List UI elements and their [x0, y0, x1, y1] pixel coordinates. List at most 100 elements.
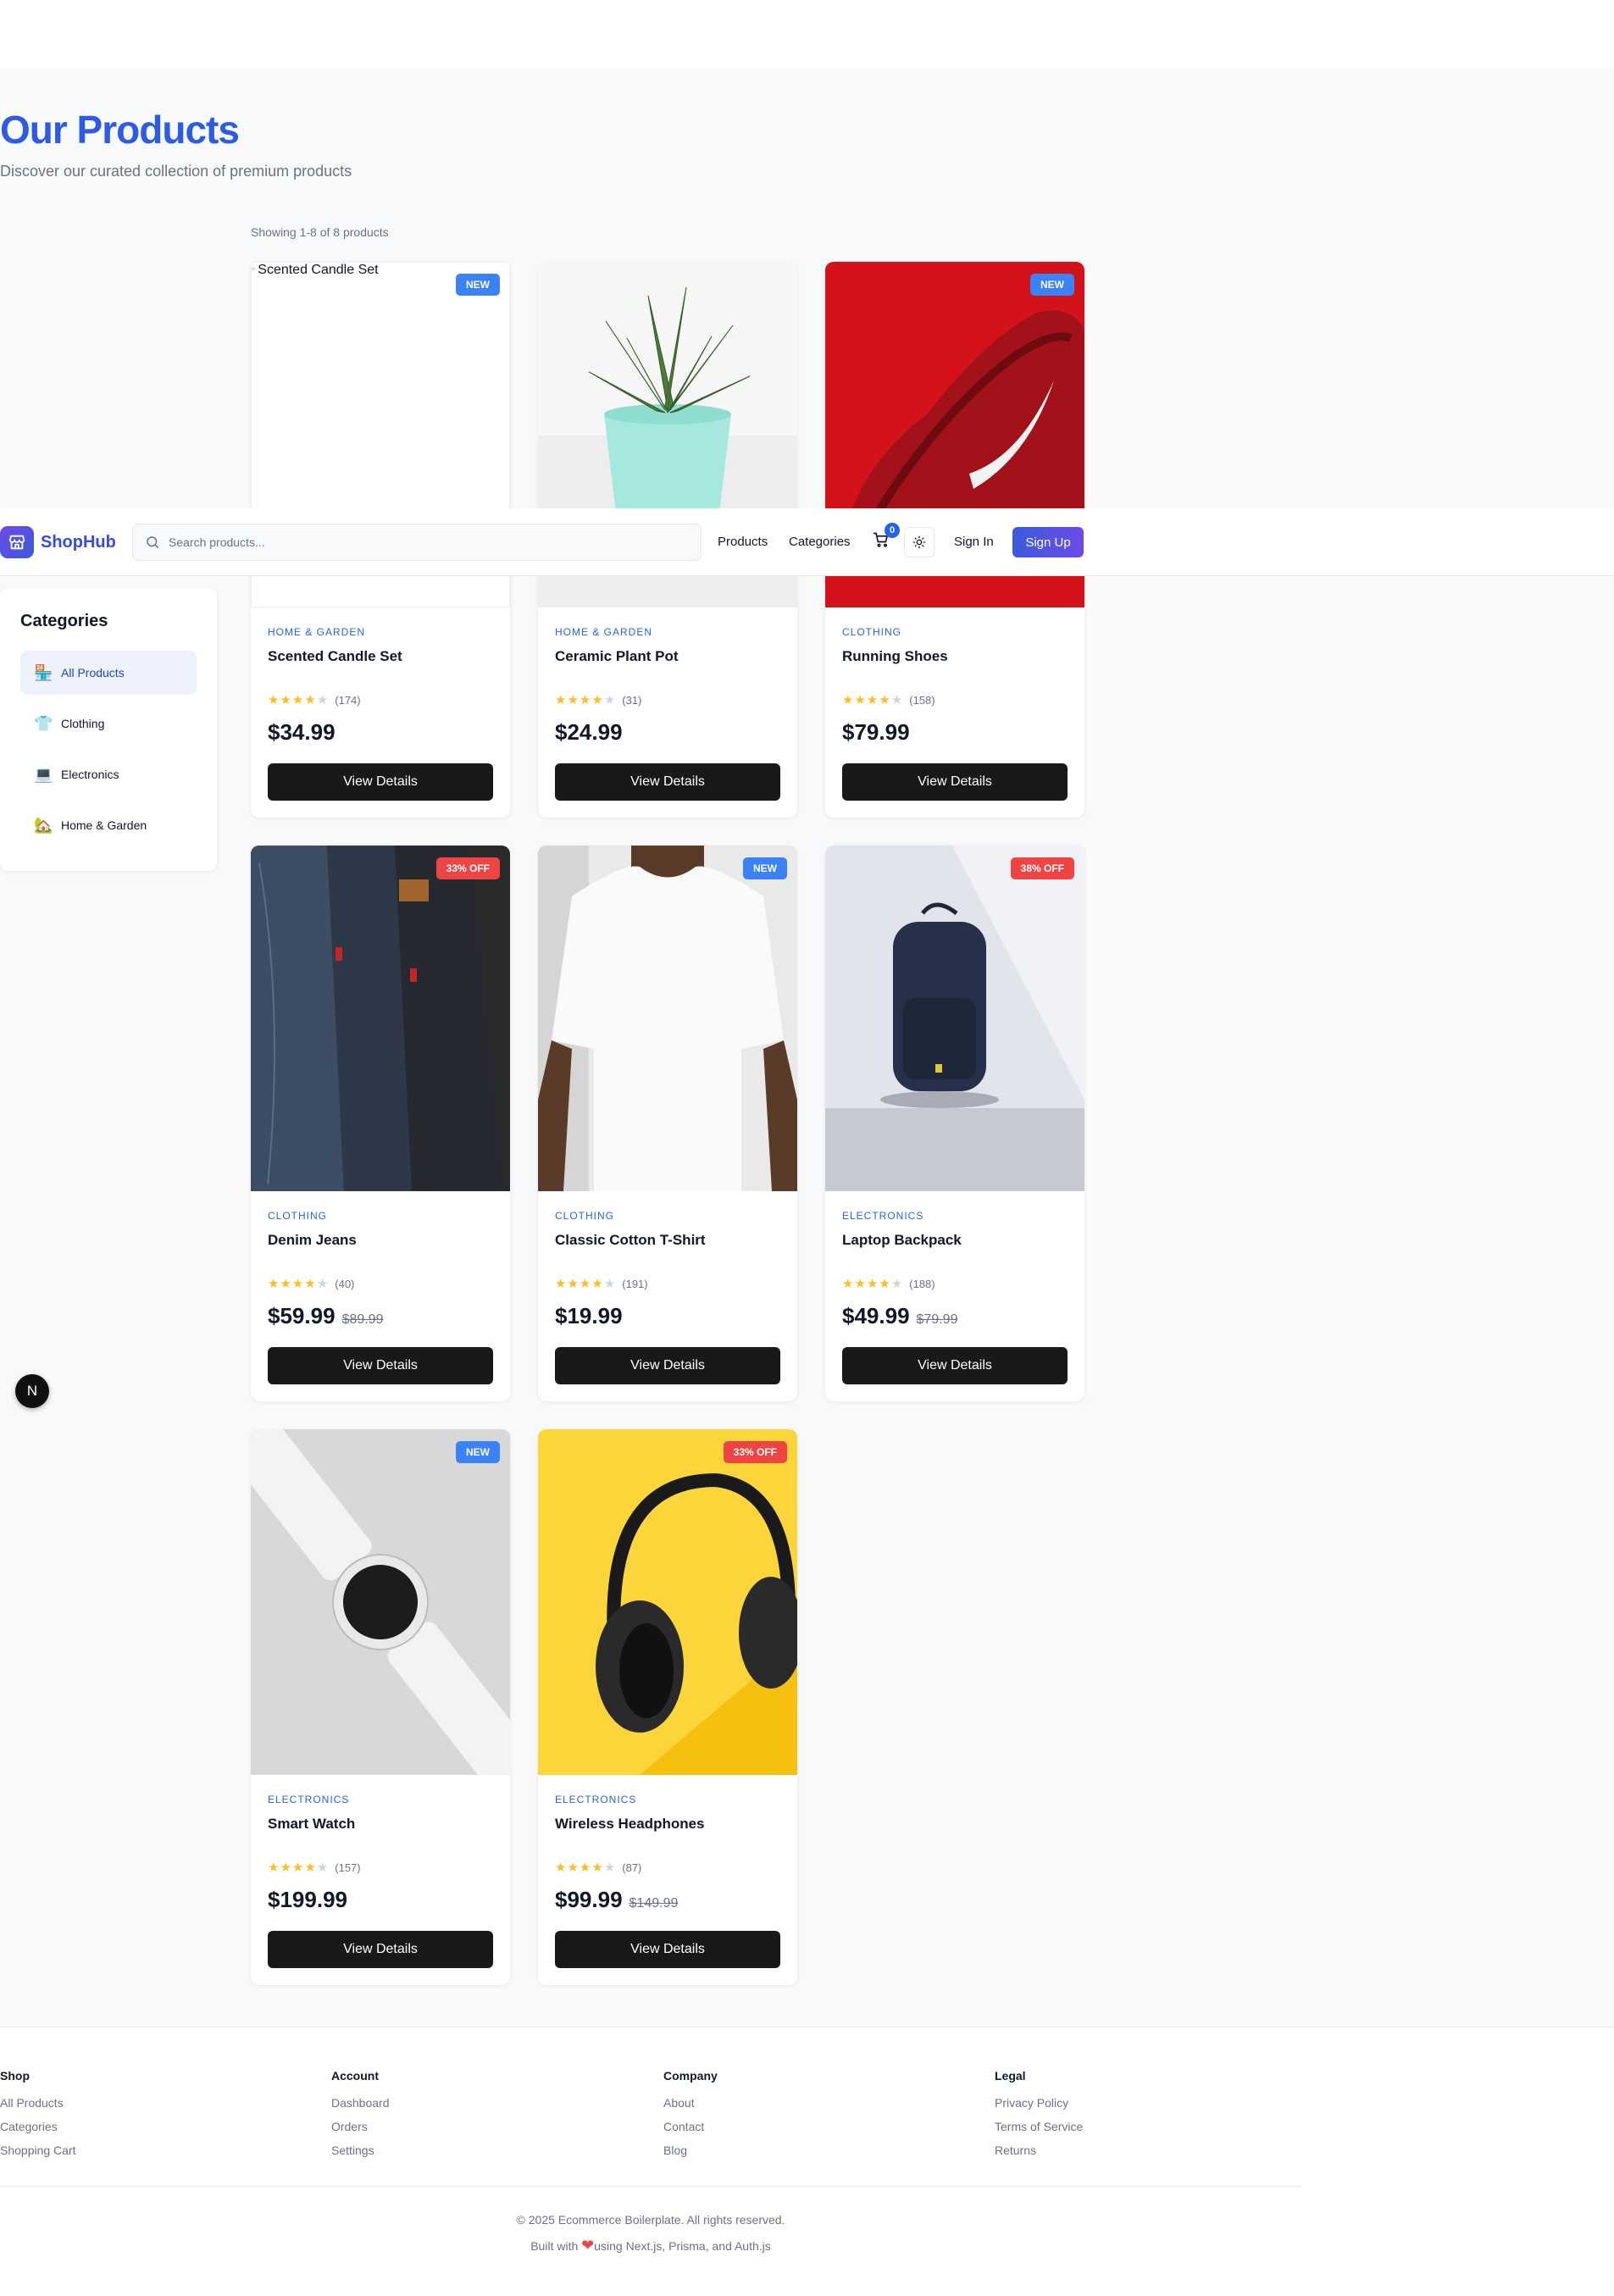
product-card[interactable]: NEW CLOTHING Classic Cotton T-Shirt ★ ★ ★ ★…	[538, 846, 797, 1401]
product-card[interactable]: 33% OFF CLOTHING Denim Jeans ★ ★ ★ ★ ★ (40) …	[251, 846, 510, 1401]
footer-link[interactable]: Dashboard	[331, 2096, 390, 2110]
category-item-all-products[interactable]: 🏪 All Products	[20, 651, 197, 695]
product-card[interactable]: NEW ELECTRONICS Smart Watch ★ ★ ★ ★ ★ (157) …	[251, 1429, 510, 1985]
product-category: ELECTRONICS	[268, 1794, 350, 1805]
theme-toggle-button[interactable]	[904, 527, 935, 557]
star-icon: ★	[890, 693, 903, 707]
star-icon: ★	[555, 693, 567, 707]
product-image	[538, 846, 797, 1191]
product-category: CLOTHING	[268, 1210, 328, 1222]
rating-stars: ★ ★ ★ ★ ★	[842, 1278, 902, 1290]
image-alt-text: Scented Candle Set	[258, 263, 379, 277]
nextjs-dev-indicator[interactable]: N	[15, 1374, 49, 1408]
discount-badge: 33% OFF	[435, 857, 500, 879]
view-details-button[interactable]: View Details	[268, 763, 493, 801]
category-label: All Products	[61, 666, 125, 679]
category-item-home-garden[interactable]: 🏡 Home & Garden	[20, 803, 197, 847]
sign-in-link[interactable]: Sign In	[954, 535, 994, 549]
view-details-button[interactable]: View Details	[555, 1347, 780, 1384]
star-icon: ★	[304, 1861, 316, 1875]
category-item-clothing[interactable]: 👕 Clothing	[20, 702, 197, 746]
star-icon: ★	[842, 693, 854, 707]
star-icon: ★	[291, 693, 304, 707]
review-count: (40)	[335, 1278, 355, 1290]
product-price-row: $79.99	[842, 719, 910, 746]
product-price-row: $99.99 $149.99	[555, 1887, 678, 1913]
star-icon: ★	[280, 693, 291, 707]
footer-heading: Shop	[0, 2069, 30, 2082]
product-price-row: $199.99	[268, 1887, 347, 1913]
original-price: $149.99	[629, 1896, 679, 1911]
footer-link[interactable]: Blog	[663, 2143, 718, 2157]
view-details-button[interactable]: View Details	[268, 1931, 493, 1968]
footer-link[interactable]: Categories	[0, 2120, 76, 2133]
product-card[interactable]: 38% OFF ELECTRONICS Laptop Backpack ★ ★ ★ ★…	[825, 846, 1084, 1401]
search-icon	[147, 536, 159, 549]
product-rating: ★ ★ ★ ★ ★ (31)	[555, 694, 641, 707]
footer-column-account: Account Dashboard Orders Settings	[331, 2069, 390, 2167]
footer-heading: Legal	[995, 2069, 1026, 2082]
review-count: (191)	[622, 1278, 648, 1290]
star-icon: ★	[579, 693, 591, 707]
cart-button[interactable]: 0	[873, 523, 900, 552]
product-price: $59.99	[268, 1303, 336, 1328]
review-count: (157)	[335, 1861, 361, 1874]
star-icon: ★	[866, 1277, 879, 1291]
product-name[interactable]: Classic Cotton T-Shirt	[555, 1232, 706, 1249]
footer-column-company: Company About Contact Blog	[663, 2069, 718, 2167]
footer-divider	[0, 2186, 1301, 2187]
view-details-button[interactable]: View Details	[842, 1347, 1068, 1384]
footer-column-legal: Legal Privacy Policy Terms of Service Retur…	[995, 2069, 1083, 2167]
product-name[interactable]: Ceramic Plant Pot	[555, 648, 679, 665]
view-details-button[interactable]: View Details	[555, 1931, 780, 1968]
star-icon: ★	[567, 693, 579, 707]
view-details-button[interactable]: View Details	[555, 763, 780, 801]
sign-up-button[interactable]: Sign Up	[1012, 527, 1084, 557]
brand-logo[interactable]: ShopHub	[0, 526, 116, 558]
footer-link[interactable]: Contact	[663, 2120, 718, 2133]
footer-link[interactable]: Settings	[331, 2143, 390, 2157]
nav-link-categories[interactable]: Categories	[789, 535, 851, 549]
nav-link-products[interactable]: Products	[718, 535, 768, 549]
star-icon: ★	[280, 1861, 291, 1875]
star-icon: ★	[603, 693, 616, 707]
view-details-button[interactable]: View Details	[842, 763, 1068, 801]
footer-link[interactable]: Privacy Policy	[995, 2096, 1083, 2110]
product-price: $49.99	[842, 1303, 910, 1328]
navbar: ShopHub Products Categories 0 Sign In Si…	[0, 508, 1614, 576]
product-name[interactable]: Wireless Headphones	[555, 1816, 705, 1833]
product-category: CLOTHING	[555, 1210, 615, 1222]
star-icon: ★	[591, 1861, 603, 1875]
footer-link[interactable]: All Products	[0, 2096, 76, 2110]
view-details-button[interactable]: View Details	[268, 1347, 493, 1384]
footer-heading: Account	[331, 2069, 379, 2082]
footer-link[interactable]: Shopping Cart	[0, 2143, 76, 2157]
star-icon: ★	[291, 1277, 304, 1291]
star-icon: ★	[890, 1277, 903, 1291]
product-name[interactable]: Running Shoes	[842, 648, 948, 665]
product-name[interactable]: Scented Candle Set	[268, 648, 402, 665]
house-garden-icon: 🏡	[34, 816, 53, 834]
star-icon: ★	[316, 1277, 329, 1291]
search-input[interactable]	[169, 535, 677, 549]
footer-link[interactable]: Terms of Service	[995, 2120, 1083, 2133]
star-icon: ★	[579, 1861, 591, 1875]
product-category: ELECTRONICS	[842, 1210, 924, 1222]
category-item-electronics[interactable]: 💻 Electronics	[20, 752, 197, 796]
star-icon: ★	[304, 1277, 316, 1291]
product-price: $199.99	[268, 1887, 347, 1912]
original-price: $89.99	[341, 1312, 384, 1327]
star-icon: ★	[268, 693, 280, 707]
product-name[interactable]: Denim Jeans	[268, 1232, 357, 1249]
footer-link[interactable]: Returns	[995, 2143, 1083, 2157]
star-icon: ★	[268, 1277, 280, 1291]
product-name[interactable]: Smart Watch	[268, 1816, 355, 1833]
review-count: (174)	[335, 694, 361, 707]
product-name[interactable]: Laptop Backpack	[842, 1232, 962, 1249]
star-icon: ★	[879, 1277, 890, 1291]
product-rating: ★ ★ ★ ★ ★ (174)	[268, 694, 361, 707]
product-rating: ★ ★ ★ ★ ★ (188)	[842, 1278, 935, 1290]
product-card[interactable]: 33% OFF ELECTRONICS Wireless Headphones …	[538, 1429, 797, 1985]
footer-link[interactable]: Orders	[331, 2120, 390, 2133]
footer-link[interactable]: About	[663, 2096, 718, 2110]
